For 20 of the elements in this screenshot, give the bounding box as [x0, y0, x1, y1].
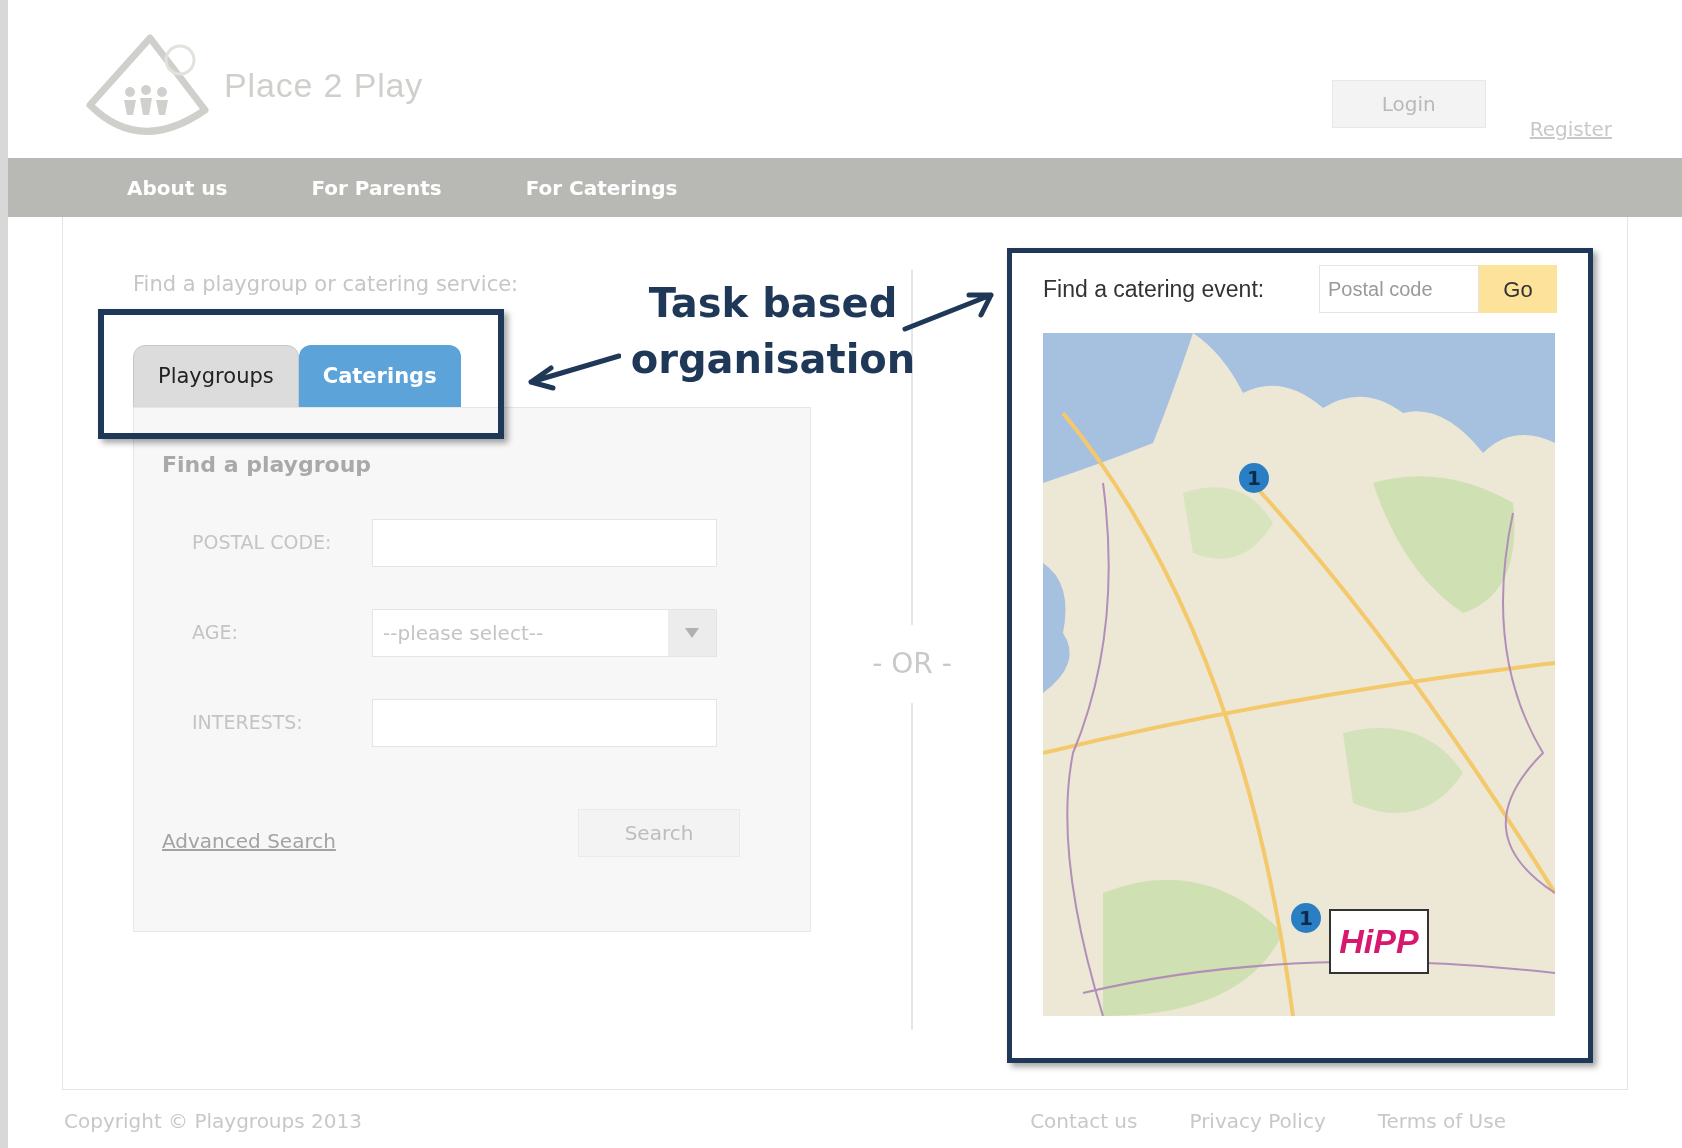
login-button[interactable]: Login — [1331, 80, 1486, 128]
dropdown-caret-icon — [685, 627, 699, 638]
tab[interactable]: Caterings — [298, 344, 461, 409]
advanced-search-link[interactable]: Advanced Search — [162, 825, 336, 856]
panel-title: Find a playgroup — [162, 450, 373, 479]
nav-link[interactable]: For Caterings — [525, 172, 678, 203]
catering-label: Find a catering event: — [1043, 274, 1265, 304]
annotation-text: Task based organisation — [629, 279, 917, 384]
tab[interactable]: Playgroups — [133, 344, 299, 409]
arrow-icon — [525, 352, 621, 392]
nav-link[interactable]: For Parents — [311, 172, 442, 203]
nav-link[interactable]: About us — [127, 172, 228, 203]
go-button[interactable]: Go — [1479, 265, 1557, 313]
postal-code-field[interactable]: Postal code — [1319, 265, 1479, 313]
sponsor-logo: HiPP — [1329, 909, 1429, 974]
input-field[interactable] — [372, 698, 717, 747]
age-select[interactable]: --please select-- — [372, 608, 717, 657]
intro-text: Find a playgroup or catering service: — [133, 271, 520, 298]
input-field[interactable] — [372, 518, 717, 567]
arrow-icon — [901, 289, 997, 333]
